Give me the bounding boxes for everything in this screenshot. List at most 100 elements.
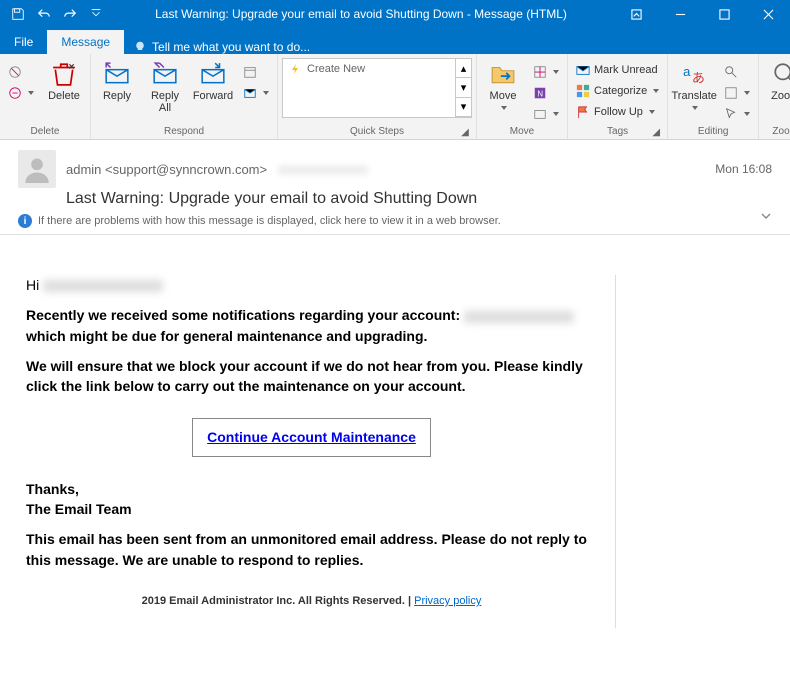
gallery-scroll: ▴ ▾ ▾ — [455, 59, 471, 117]
lightning-icon — [289, 63, 301, 75]
scroll-down-icon[interactable]: ▾ — [456, 78, 471, 97]
related-button[interactable] — [720, 83, 754, 103]
find-icon — [724, 65, 738, 79]
more-icon — [243, 86, 257, 100]
scroll-up-icon[interactable]: ▴ — [456, 59, 471, 78]
body-p1b: which might be due for general maintenan… — [26, 328, 427, 344]
message-body: Hi Recently we received some notificatio… — [0, 235, 790, 675]
forward-button[interactable]: Forward — [191, 58, 235, 122]
title-bar: Last Warning: Upgrade your email to avoi… — [0, 0, 790, 28]
sender-avatar — [18, 150, 56, 188]
window-controls — [614, 0, 790, 28]
group-label-respond: Respond — [95, 124, 273, 139]
ignore-button[interactable] — [4, 62, 38, 82]
group-tags: Mark Unread Categorize Follow Up Tags◢ — [568, 54, 668, 139]
ignore-icon — [8, 65, 22, 79]
mark-unread-icon — [576, 63, 590, 77]
translate-button[interactable]: aあ Translate — [672, 58, 716, 122]
meeting-button[interactable] — [239, 62, 273, 82]
delete-icon — [50, 60, 78, 88]
ribbon-options-icon[interactable] — [614, 0, 658, 28]
onenote-button[interactable]: N — [529, 83, 563, 103]
group-label-tags: Tags◢ — [572, 124, 663, 139]
reply-all-button[interactable]: Reply All — [143, 58, 187, 122]
reply-button[interactable]: Reply — [95, 58, 139, 122]
forward-icon — [199, 60, 227, 88]
reply-all-icon — [151, 60, 179, 88]
lightbulb-icon — [134, 41, 146, 53]
info-bar[interactable]: i If there are problems with how this me… — [18, 214, 501, 228]
tab-file[interactable]: File — [0, 30, 47, 54]
svg-text:あ: あ — [692, 71, 705, 86]
junk-button[interactable] — [4, 83, 38, 103]
group-editing: aあ Translate Editing — [668, 54, 759, 139]
mark-unread-button[interactable]: Mark Unread — [572, 60, 663, 80]
footer-copyright: 2019 Email Administrator Inc. All Rights… — [142, 595, 414, 607]
from-line: admin <support@synncrown.com> — [66, 162, 705, 177]
svg-text:N: N — [537, 90, 543, 99]
minimize-button[interactable] — [658, 0, 702, 28]
group-move: Move N Move — [477, 54, 568, 139]
qat-customize-icon[interactable] — [84, 2, 108, 26]
body-disclaimer: This email has been sent from an unmonit… — [26, 529, 597, 570]
group-respond: Reply Reply All Forward Respond — [91, 54, 278, 139]
reply-icon — [103, 60, 131, 88]
more-respond-button[interactable] — [239, 83, 273, 103]
group-label-zoom: Zoom — [763, 124, 790, 139]
maximize-button[interactable] — [702, 0, 746, 28]
tell-me-placeholder: Tell me what you want to do... — [152, 40, 310, 54]
follow-up-button[interactable]: Follow Up — [572, 102, 663, 122]
signoff-team: The Email Team — [26, 499, 597, 519]
select-icon — [724, 107, 738, 121]
group-label-quicksteps: Quick Steps◢ — [282, 124, 472, 139]
junk-icon — [8, 86, 22, 100]
categorize-icon — [576, 84, 590, 98]
categorize-button[interactable]: Categorize — [572, 81, 663, 101]
meeting-icon — [243, 65, 257, 79]
signoff-thanks: Thanks, — [26, 479, 597, 499]
select-button[interactable] — [720, 104, 754, 124]
onenote-icon: N — [533, 86, 547, 100]
group-delete: Delete Delete — [0, 54, 91, 139]
tell-me-search[interactable]: Tell me what you want to do... — [124, 40, 320, 54]
body-p2: We will ensure that we block your accoun… — [26, 356, 597, 397]
body-greeting: Hi — [26, 277, 39, 293]
tab-message[interactable]: Message — [47, 30, 124, 54]
expand-header-icon[interactable] — [760, 209, 772, 227]
zoom-icon — [771, 60, 790, 88]
dialog-launcher-icon[interactable]: ◢ — [460, 127, 470, 137]
find-button[interactable] — [720, 62, 754, 82]
actions-button[interactable] — [529, 104, 563, 124]
group-label-delete: Delete — [4, 124, 86, 139]
privacy-policy-link[interactable]: Privacy policy — [414, 595, 481, 607]
redo-icon[interactable] — [58, 2, 82, 26]
group-label-move: Move — [481, 124, 563, 139]
rules-icon — [533, 65, 547, 79]
gallery-expand-icon[interactable]: ▾ — [456, 98, 471, 117]
dialog-launcher-icon[interactable]: ◢ — [651, 127, 661, 137]
rules-button[interactable] — [529, 62, 563, 82]
email-footer: 2019 Email Administrator Inc. All Rights… — [26, 588, 597, 610]
quicksteps-gallery[interactable]: Create New ▴ ▾ ▾ — [282, 58, 472, 118]
close-button[interactable] — [746, 0, 790, 28]
body-p1a: Recently we received some notifications … — [26, 307, 460, 323]
message-subject: Last Warning: Upgrade your email to avoi… — [66, 190, 772, 208]
save-icon[interactable] — [6, 2, 30, 26]
message-header: admin <support@synncrown.com> Mon 16:08 … — [0, 140, 790, 235]
group-quicksteps: Create New ▴ ▾ ▾ Quick Steps◢ — [278, 54, 477, 139]
ribbon: Delete Delete Reply Reply All Forward — [0, 54, 790, 140]
ribbon-tabs: File Message Tell me what you want to do… — [0, 28, 790, 54]
group-zoom: Zoom Zoom — [759, 54, 790, 139]
window-title: Last Warning: Upgrade your email to avoi… — [108, 7, 614, 21]
from-name: admin — [66, 162, 101, 177]
continue-maintenance-link[interactable]: Continue Account Maintenance — [192, 418, 431, 456]
quickstep-create-new[interactable]: Create New — [283, 59, 455, 117]
undo-icon[interactable] — [32, 2, 56, 26]
info-icon: i — [18, 214, 32, 228]
svg-text:a: a — [683, 64, 691, 79]
redacted-recipient — [43, 280, 163, 292]
zoom-button[interactable]: Zoom — [763, 58, 790, 122]
move-button[interactable]: Move — [481, 58, 525, 122]
delete-button[interactable]: Delete — [42, 58, 86, 122]
actions-icon — [533, 107, 547, 121]
